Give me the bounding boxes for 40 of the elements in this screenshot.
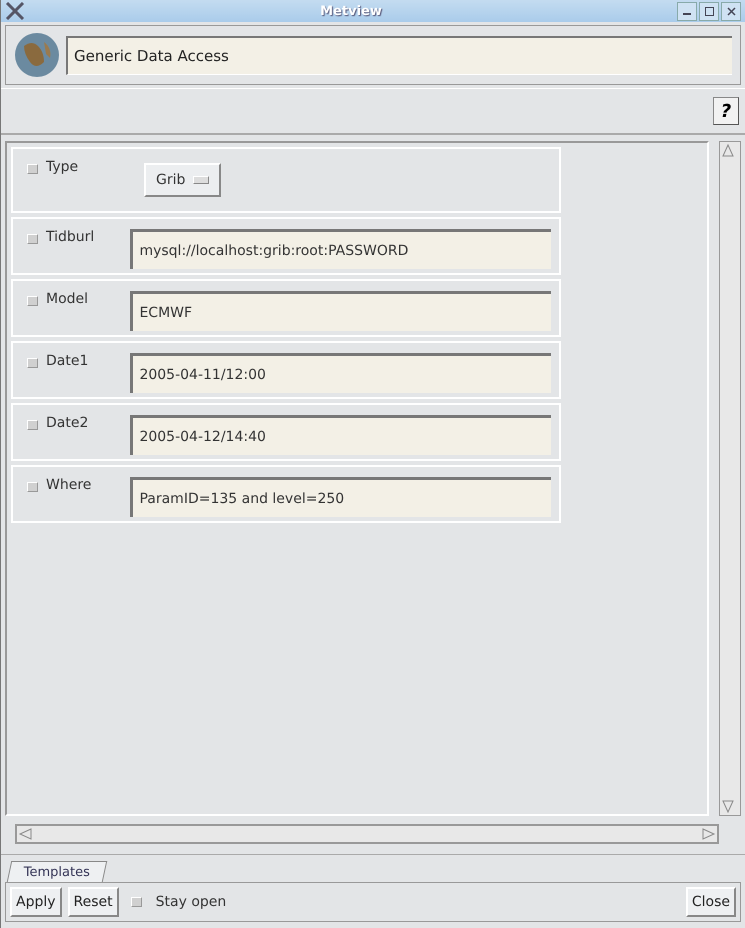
x-logo-icon <box>5 2 25 20</box>
checkbox[interactable] <box>130 897 142 907</box>
apply-button[interactable]: Apply <box>10 887 62 917</box>
close-icon <box>726 6 736 16</box>
parameter-label: Where <box>46 476 92 493</box>
checkbox[interactable] <box>27 234 38 244</box>
left-arrow-icon[interactable] <box>17 826 33 842</box>
parameter-field[interactable]: 2005-04-11/12:00 <box>130 353 551 393</box>
checkbox[interactable] <box>27 164 38 174</box>
horizontal-scrollbar[interactable] <box>15 824 719 844</box>
down-arrow-icon[interactable] <box>720 799 736 815</box>
up-arrow-icon[interactable] <box>720 142 736 158</box>
checkbox[interactable] <box>27 420 38 430</box>
option-menu-button[interactable]: Grib <box>144 163 222 197</box>
help-button[interactable]: ? <box>713 97 739 125</box>
checkbox[interactable] <box>27 358 38 368</box>
parameter-field[interactable]: mysql://localhost:grib:root:PASSWORD <box>130 229 551 269</box>
parameter-field[interactable]: ECMWF <box>130 291 551 331</box>
globe-icon <box>14 32 60 78</box>
parameter-label: Date1 <box>46 352 90 369</box>
tab[interactable]: Templates <box>6 861 108 882</box>
checkbox[interactable] <box>27 482 38 492</box>
parameter-label: Date2 <box>46 414 90 431</box>
parameter-label: Type <box>46 158 80 175</box>
maximize-icon <box>704 6 714 16</box>
right-arrow-icon[interactable] <box>701 826 717 842</box>
parameter-field[interactable]: ParamID=135 and level=250 <box>130 477 551 517</box>
reset-button[interactable]: Reset <box>68 887 119 917</box>
window-title: Metview <box>319 4 383 18</box>
parameter-label: Tidburl <box>46 228 96 245</box>
close-button[interactable] <box>721 2 741 20</box>
minimize-button[interactable] <box>677 2 697 20</box>
parameter-label: Model <box>46 290 90 307</box>
maximize-button[interactable] <box>699 2 719 20</box>
parameter-field[interactable]: 2005-04-12/14:40 <box>130 415 551 455</box>
checkbox-label: Stay open <box>156 894 226 910</box>
title-field[interactable]: Generic Data Access <box>66 36 732 74</box>
close-button[interactable]: Close <box>686 887 736 917</box>
checkbox[interactable] <box>27 296 38 306</box>
vertical-scrollbar[interactable] <box>719 141 741 816</box>
